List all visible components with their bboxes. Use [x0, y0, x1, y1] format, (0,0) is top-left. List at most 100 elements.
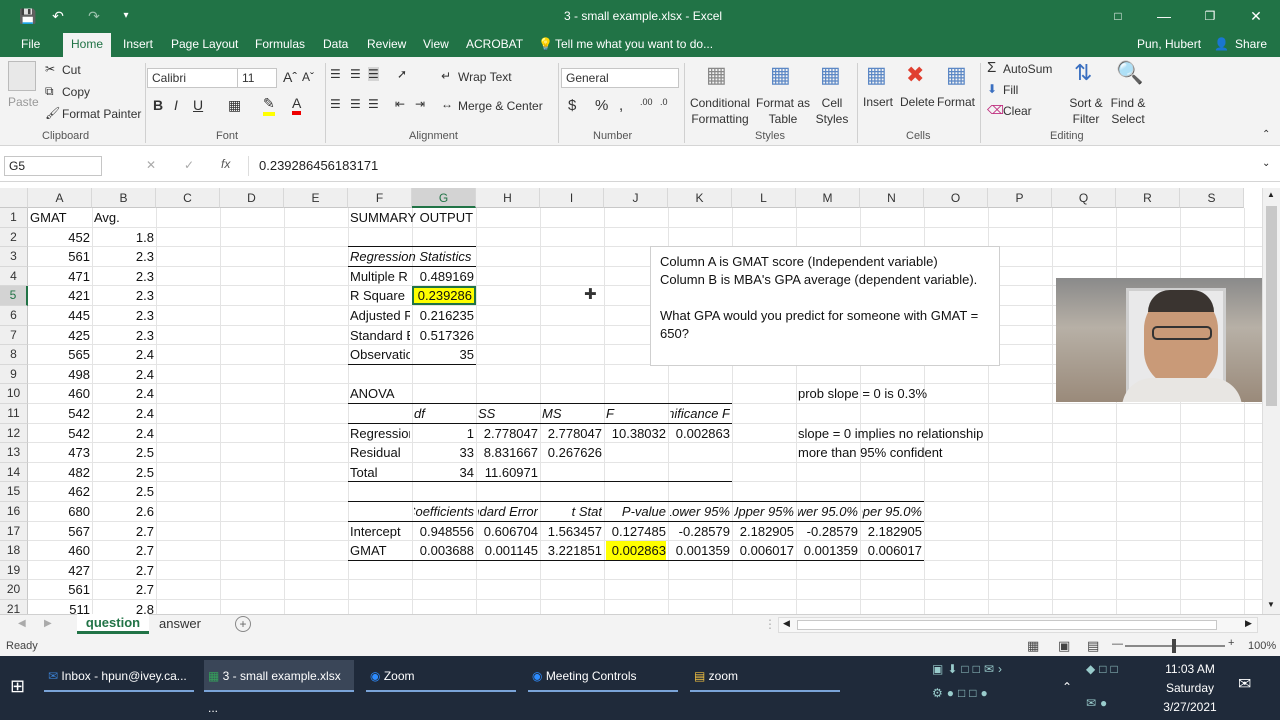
cell-b17[interactable]: 2.7	[94, 522, 154, 541]
cell-a6[interactable]: 445	[30, 306, 90, 325]
stat-label[interactable]: Adjusted R	[350, 306, 410, 325]
question-textbox[interactable]: Column A is GMAT score (Independent vari…	[650, 246, 1000, 366]
column-header-d[interactable]: D	[220, 188, 284, 208]
cell-a16[interactable]: 680	[30, 502, 90, 521]
zoom-in-icon[interactable]: +	[1228, 637, 1234, 649]
sheet-prev-icon[interactable]: ◀	[18, 618, 26, 629]
anova-row-label[interactable]: Regression	[350, 424, 410, 443]
coef-value[interactable]: 0.001145	[478, 541, 538, 560]
stat-value[interactable]: 0.517326	[414, 326, 474, 345]
column-header-p[interactable]: P	[988, 188, 1052, 208]
font-size-combo[interactable]: 11	[237, 68, 277, 88]
insert-function-icon[interactable]: fx	[221, 157, 230, 171]
column-header-r[interactable]: R	[1116, 188, 1180, 208]
coef-col-header[interactable]: Lower 95.0%	[798, 502, 858, 521]
anova-value[interactable]	[542, 463, 602, 482]
coef-row-label[interactable]: GMAT	[350, 541, 410, 560]
scroll-thumb[interactable]	[1266, 206, 1277, 406]
decrease-indent-icon[interactable]: ⇤	[395, 97, 405, 111]
coef-value[interactable]: 0.006017	[862, 541, 922, 560]
row-header-7[interactable]: 7	[0, 325, 28, 346]
coef-value[interactable]: 2.182905	[862, 522, 922, 541]
conditional-formatting-button[interactable]: Conditional Formatting	[688, 95, 752, 127]
show-hidden-icons[interactable]: ⌃	[1062, 680, 1072, 694]
redo-icon[interactable]: ↷	[84, 6, 104, 26]
sheet-tab-question[interactable]: question	[77, 614, 149, 634]
share-button[interactable]: Share	[1235, 37, 1267, 51]
coef-value[interactable]: 0.003688	[414, 541, 474, 560]
anova-value[interactable]: 33	[414, 443, 474, 462]
coef-value[interactable]: 0.001359	[798, 541, 858, 560]
stat-label[interactable]: Multiple R	[350, 267, 410, 286]
cell-b12[interactable]: 2.4	[94, 424, 154, 443]
hscroll-right-icon[interactable]: ▶	[1245, 618, 1252, 629]
tab-insert[interactable]: Insert	[123, 37, 153, 51]
format-as-table-button[interactable]: Format as Table	[754, 95, 812, 127]
anova-col-header[interactable]: df	[414, 404, 474, 423]
coef-col-header[interactable]: Coefficients	[414, 502, 474, 521]
anova-header[interactable]: ANOVA	[350, 384, 474, 403]
stat-label[interactable]: R Square	[350, 286, 410, 305]
horizontal-scrollbar[interactable]: ◀ ▶	[778, 617, 1258, 633]
row-header-11[interactable]: 11	[0, 404, 28, 424]
cell-a1[interactable]: GMAT	[30, 208, 90, 227]
find-select-button[interactable]: Find & Select	[1108, 95, 1148, 127]
hscroll-left-icon[interactable]: ◀	[783, 618, 790, 629]
column-header-s[interactable]: S	[1180, 188, 1244, 208]
customize-qat-icon[interactable]: ▾	[116, 6, 136, 26]
row-header-9[interactable]: 9	[0, 364, 28, 385]
row-header-18[interactable]: 18	[0, 541, 28, 561]
user-name[interactable]: Pun, Hubert	[1137, 37, 1201, 51]
row-header-10[interactable]: 10	[0, 384, 28, 404]
column-header-e[interactable]: E	[284, 188, 348, 208]
regression-statistics-header[interactable]: Regression Statistics	[350, 247, 474, 266]
decrease-decimal-icon[interactable]: .0	[660, 97, 668, 107]
anova-row-label[interactable]: Residual	[350, 443, 410, 462]
tray-icons-row-3[interactable]: ◆□□	[1086, 662, 1122, 676]
cell-b8[interactable]: 2.4	[94, 345, 154, 364]
cell-a18[interactable]: 460	[30, 541, 90, 560]
column-header-g[interactable]: G	[412, 188, 476, 208]
copy-button[interactable]: Copy	[62, 85, 90, 99]
select-all[interactable]	[0, 188, 28, 208]
column-header-c[interactable]: C	[156, 188, 220, 208]
cell-b6[interactable]: 2.3	[94, 306, 154, 325]
summary-title[interactable]: SUMMARY OUTPUT	[350, 208, 474, 227]
coef-row-label[interactable]: Intercept	[350, 522, 410, 541]
tab-home[interactable]: Home	[63, 33, 112, 57]
row-header-16[interactable]: 16	[0, 502, 28, 522]
taskbar-outlook[interactable]: ✉ Inbox - hpun@ivey.ca...	[44, 660, 194, 692]
merge-center-button[interactable]: Merge & Center	[458, 99, 543, 113]
ribbon-display-icon[interactable]: □	[1108, 6, 1128, 26]
grow-font-icon[interactable]: Aˆ	[283, 69, 297, 85]
cell-b13[interactable]: 2.5	[94, 443, 154, 462]
anova-value[interactable]: 34	[414, 463, 474, 482]
paste-icon[interactable]	[8, 61, 36, 91]
anova-value[interactable]: 0.002863	[670, 424, 730, 443]
row-header-6[interactable]: 6	[0, 306, 28, 326]
cell-a7[interactable]: 425	[30, 326, 90, 345]
anova-value[interactable]: 2.778047	[478, 424, 538, 443]
coef-value[interactable]: 0.006017	[734, 541, 794, 560]
cell-b21[interactable]: 2.8	[94, 600, 154, 614]
column-header-j[interactable]: J	[604, 188, 668, 208]
underline-icon[interactable]: U	[193, 97, 203, 113]
cell-a17[interactable]: 567	[30, 522, 90, 541]
coef-col-header[interactable]: Upper 95%	[734, 502, 794, 521]
tell-me-box[interactable]: Tell me what you want to do...	[555, 37, 713, 51]
fill-color-icon[interactable]: ✎	[263, 95, 275, 116]
sheet-next-icon[interactable]: ▶	[44, 618, 52, 629]
name-box[interactable]: G5	[4, 156, 102, 176]
cell-b15[interactable]: 2.5	[94, 482, 154, 501]
format-cells-button[interactable]: Format	[937, 95, 975, 109]
wrap-text-button[interactable]: Wrap Text	[458, 70, 512, 84]
gmat-p-value[interactable]: 0.002863	[606, 541, 666, 561]
taskbar-folder[interactable]: ▤ zoom	[690, 660, 840, 692]
anova-row-label[interactable]: Total	[350, 463, 410, 482]
column-header-o[interactable]: O	[924, 188, 988, 208]
collapse-ribbon-icon[interactable]: ⌃	[1262, 129, 1270, 140]
clock[interactable]: 11:03 AM Saturday 3/27/2021	[1150, 660, 1230, 717]
paste-button[interactable]: Paste	[8, 95, 39, 109]
vertical-scrollbar[interactable]: ▲ ▼	[1262, 188, 1280, 614]
page-break-view-icon[interactable]: ▤	[1087, 638, 1099, 654]
